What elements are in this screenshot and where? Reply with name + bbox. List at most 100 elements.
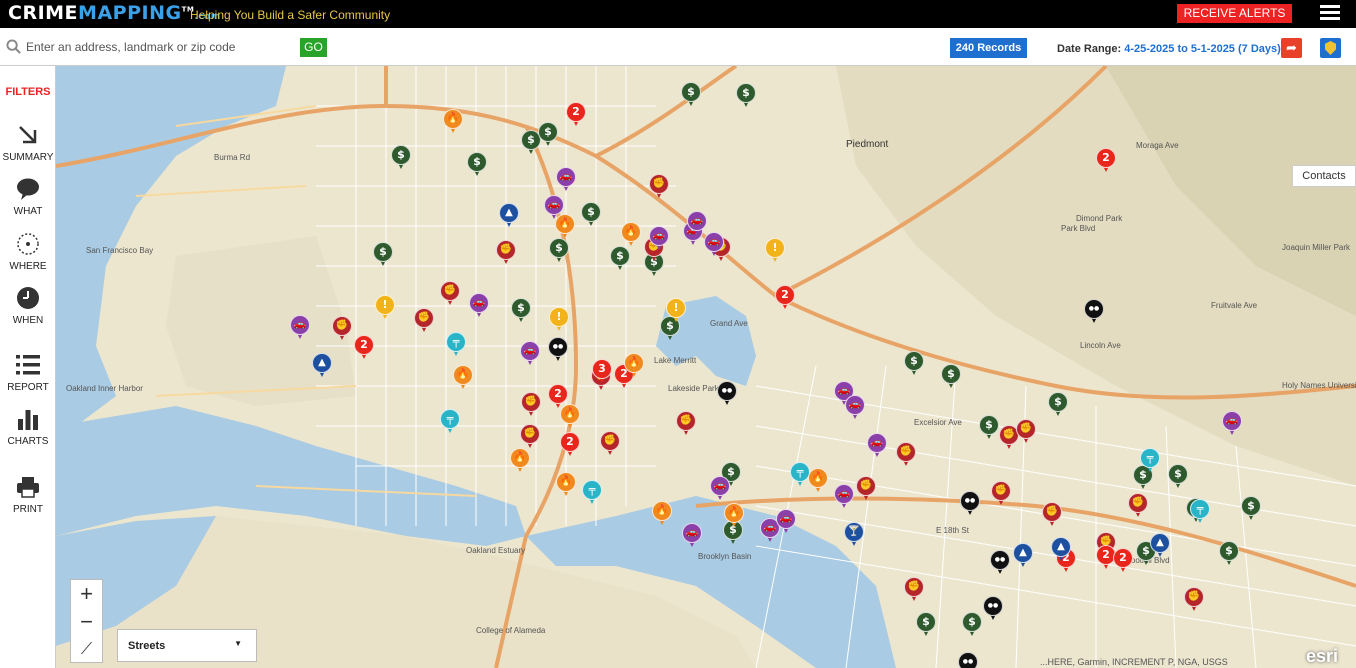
arson-incident-pin[interactable]: 🔥 <box>724 503 744 527</box>
zoom-out-button[interactable]: − <box>71 608 102 636</box>
theft-incident-pin[interactable]: $ <box>681 82 701 106</box>
assault-incident-pin[interactable]: ✊ <box>1184 587 1204 611</box>
go-button[interactable]: GO <box>300 38 327 57</box>
vehicle-incident-pin[interactable]: 🚗 <box>845 395 865 419</box>
weapons-incident-pin[interactable]: ╤ <box>446 332 466 356</box>
dui-incident-pin[interactable]: ▲ <box>1013 543 1033 567</box>
weapons-incident-pin[interactable]: ╤ <box>582 480 602 504</box>
theft-incident-pin[interactable]: $ <box>916 612 936 636</box>
sidebar-item-when[interactable]: WHEN <box>0 285 56 326</box>
vehicle-incident-pin[interactable]: 🚗 <box>1222 411 1242 435</box>
assault-incident-pin[interactable]: ✊ <box>904 577 924 601</box>
assault-incident-pin[interactable]: ✊ <box>1128 493 1148 517</box>
theft-incident-pin[interactable]: $ <box>610 246 630 270</box>
multi-incident-pin[interactable]: 2 <box>775 285 795 309</box>
arson-incident-pin[interactable]: 🔥 <box>652 501 672 525</box>
theft-incident-pin[interactable]: $ <box>581 202 601 226</box>
assault-incident-pin[interactable]: ✊ <box>1016 419 1036 443</box>
theft-incident-pin[interactable]: $ <box>1048 392 1068 416</box>
theft-incident-pin[interactable]: $ <box>736 83 756 107</box>
dui-incident-pin[interactable]: ▲ <box>499 203 519 227</box>
arson-incident-pin[interactable]: 🔥 <box>808 468 828 492</box>
measure-tool-icon[interactable]: ⟋ <box>71 636 102 664</box>
dui-incident-pin[interactable]: ▲ <box>1150 533 1170 557</box>
other-incident-pin[interactable]: ! <box>666 298 686 322</box>
hamburger-menu-icon[interactable] <box>1320 5 1340 21</box>
vehicle-incident-pin[interactable]: 🚗 <box>556 167 576 191</box>
assault-incident-pin[interactable]: ✊ <box>332 316 352 340</box>
crime-map[interactable]: Piedmont San Francisco Bay Oakland Inner H… <box>56 66 1356 668</box>
assault-incident-pin[interactable]: ✊ <box>991 481 1011 505</box>
contacts-button[interactable]: Contacts <box>1292 165 1356 187</box>
zoom-in-button[interactable]: + <box>71 580 102 608</box>
theft-incident-pin[interactable]: $ <box>549 238 569 262</box>
vehicle-incident-pin[interactable]: 🚗 <box>469 293 489 317</box>
robbery-incident-pin[interactable]: ●● <box>717 381 737 405</box>
multi-incident-pin[interactable]: 2 <box>1113 548 1133 572</box>
vehicle-incident-pin[interactable]: 🚗 <box>290 315 310 339</box>
vehicle-incident-pin[interactable]: 🚗 <box>867 433 887 457</box>
theft-incident-pin[interactable]: $ <box>962 612 982 636</box>
sidebar-item-charts[interactable]: CHARTS <box>0 406 56 447</box>
theft-incident-pin[interactable]: $ <box>538 122 558 146</box>
dui-incident-pin[interactable]: ▲ <box>312 353 332 377</box>
assault-incident-pin[interactable]: ✊ <box>496 240 516 264</box>
theft-incident-pin[interactable]: $ <box>467 152 487 176</box>
other-incident-pin[interactable]: ! <box>549 307 569 331</box>
crimemapping-logo[interactable]: CRIMEMAPPINGTM.com <box>8 2 221 24</box>
other-incident-pin[interactable]: ! <box>375 295 395 319</box>
theft-incident-pin[interactable]: $ <box>1241 496 1261 520</box>
multi-incident-pin[interactable]: 2 <box>560 432 580 456</box>
theft-incident-pin[interactable]: $ <box>904 351 924 375</box>
sidebar-item-report[interactable]: REPORT <box>0 352 56 393</box>
multi-incident-pin[interactable]: 2 <box>1096 148 1116 172</box>
weapons-incident-pin[interactable]: ╤ <box>790 462 810 486</box>
vehicle-incident-pin[interactable]: 🚗 <box>834 484 854 508</box>
assault-incident-pin[interactable]: ✊ <box>896 442 916 466</box>
theft-incident-pin[interactable]: $ <box>1219 541 1239 565</box>
arson-incident-pin[interactable]: 🔥 <box>556 472 576 496</box>
theft-incident-pin[interactable]: $ <box>391 145 411 169</box>
dui-incident-pin[interactable]: ▲ <box>1051 537 1071 561</box>
arson-incident-pin[interactable]: 🔥 <box>624 353 644 377</box>
robbery-incident-pin[interactable]: ●● <box>548 337 568 361</box>
police-badge-button[interactable] <box>1320 38 1341 58</box>
sidebar-item-summary[interactable]: SUMMARY <box>0 122 56 163</box>
multi-incident-pin[interactable]: 2 <box>354 335 374 359</box>
vehicle-incident-pin[interactable]: 🚗 <box>682 523 702 547</box>
assault-incident-pin[interactable]: ✊ <box>520 424 540 448</box>
weapons-incident-pin[interactable]: ╤ <box>1190 499 1210 523</box>
vehicle-incident-pin[interactable]: 🚗 <box>710 476 730 500</box>
assault-incident-pin[interactable]: ✊ <box>440 281 460 305</box>
vehicle-incident-pin[interactable]: 🚗 <box>776 509 796 533</box>
theft-incident-pin[interactable]: $ <box>373 242 393 266</box>
sidebar-item-print[interactable]: PRINT <box>0 474 56 515</box>
share-button[interactable]: ➦ <box>1281 38 1302 58</box>
other-incident-pin[interactable]: ! <box>765 238 785 262</box>
assault-incident-pin[interactable]: ✊ <box>521 392 541 416</box>
assault-incident-pin[interactable]: ✊ <box>600 431 620 455</box>
theft-incident-pin[interactable]: $ <box>941 364 961 388</box>
vehicle-incident-pin[interactable]: 🚗 <box>520 341 540 365</box>
multi-incident-pin[interactable]: 3 <box>592 359 612 383</box>
multi-incident-pin[interactable]: 2 <box>566 102 586 126</box>
robbery-incident-pin[interactable]: ●● <box>960 491 980 515</box>
assault-incident-pin[interactable]: ✊ <box>649 174 669 198</box>
date-range-value[interactable]: 4-25-2025 to 5-1-2025 (7 Days) <box>1124 43 1281 55</box>
arson-incident-pin[interactable]: 🔥 <box>443 109 463 133</box>
records-button[interactable]: 240 Records <box>950 38 1027 58</box>
arson-incident-pin[interactable]: 🔥 <box>510 448 530 472</box>
assault-incident-pin[interactable]: ✊ <box>676 411 696 435</box>
assault-incident-pin[interactable]: ✊ <box>856 476 876 500</box>
theft-incident-pin[interactable]: $ <box>1168 464 1188 488</box>
date-range[interactable]: Date Range: 4-25-2025 to 5-1-2025 (7 Day… <box>1057 43 1281 55</box>
weapons-incident-pin[interactable]: ╤ <box>440 409 460 433</box>
weapons-incident-pin[interactable]: ╤ <box>1140 448 1160 472</box>
search-input[interactable] <box>26 37 291 57</box>
receive-alerts-button[interactable]: RECEIVE ALERTS <box>1177 4 1292 23</box>
arson-incident-pin[interactable]: 🔥 <box>453 365 473 389</box>
theft-incident-pin[interactable]: $ <box>511 298 531 322</box>
robbery-incident-pin[interactable]: ●● <box>958 652 978 668</box>
dui-incident-pin[interactable]: 🍸 <box>844 522 864 546</box>
arson-incident-pin[interactable]: 🔥 <box>560 404 580 428</box>
